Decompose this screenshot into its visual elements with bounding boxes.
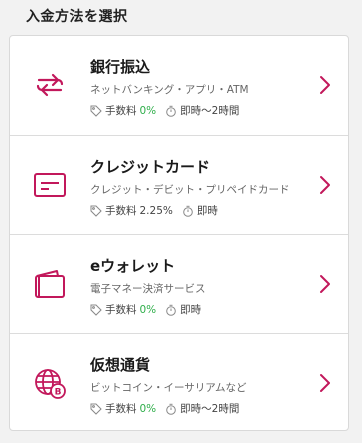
timer-icon — [165, 105, 177, 117]
method-meta: 手数料 0% 即時〜2時間 — [90, 103, 239, 118]
method-description: ビットコイン・イーサリアムなど — [90, 382, 247, 394]
timer-icon — [182, 205, 194, 217]
method-name: 銀行振込 — [90, 58, 151, 76]
method-meta: 手数料 0% 即時 — [90, 302, 201, 317]
chevron-right-icon — [318, 74, 332, 96]
chevron-right-icon — [318, 174, 332, 196]
svg-text:B: B — [55, 388, 62, 398]
wallet-icon — [31, 265, 69, 303]
method-item-crypto[interactable]: B 仮想通貨 ビットコイン・イーサリアムなど 手数料 0% 即時〜2時間 — [10, 333, 348, 432]
method-item-credit-card[interactable]: クレジットカード クレジット・デビット・プリペイドカード 手数料 2.25% 即… — [10, 135, 348, 234]
crypto-globe-icon: B — [31, 364, 69, 402]
fee-value: 0% — [139, 303, 157, 316]
bank-transfer-arrows-icon — [31, 66, 69, 104]
method-name: クレジットカード — [90, 158, 211, 176]
method-meta: 手数料 0% 即時〜2時間 — [90, 401, 239, 416]
chevron-right-icon — [318, 372, 332, 394]
chevron-right-icon — [318, 273, 332, 295]
tag-icon — [90, 205, 102, 217]
fee-label: 手数料 — [105, 304, 137, 316]
time-value: 即時 — [196, 205, 218, 217]
method-description: クレジット・デビット・プリペイドカード — [90, 184, 290, 196]
method-description: 電子マネー決済サービス — [90, 283, 206, 295]
timer-icon — [165, 403, 177, 415]
time-value: 即時〜2時間 — [180, 403, 240, 415]
fee-label: 手数料 — [105, 105, 137, 117]
tag-icon — [90, 105, 102, 117]
credit-card-icon — [31, 166, 69, 204]
method-description: ネットバンキング・アプリ・ATM — [90, 84, 249, 96]
deposit-method-list: 銀行振込 ネットバンキング・アプリ・ATM 手数料 0% 即時〜2時間 クレジッ — [9, 35, 349, 431]
method-item-ewallet[interactable]: eウォレット 電子マネー決済サービス 手数料 0% 即時 — [10, 234, 348, 333]
tag-icon — [90, 403, 102, 415]
fee-value: 0% — [139, 402, 157, 415]
time-value: 即時〜2時間 — [180, 105, 240, 117]
page-title: 入金方法を選択 — [26, 9, 128, 25]
method-name: eウォレット — [90, 257, 176, 275]
tag-icon — [90, 304, 102, 316]
fee-label: 手数料 — [105, 205, 137, 217]
fee-label: 手数料 — [105, 403, 137, 415]
method-meta: 手数料 2.25% 即時 — [90, 203, 218, 218]
method-item-bank-transfer[interactable]: 銀行振込 ネットバンキング・アプリ・ATM 手数料 0% 即時〜2時間 — [10, 36, 348, 135]
fee-value: 0% — [139, 104, 157, 117]
timer-icon — [165, 304, 177, 316]
fee-value: 2.25% — [139, 204, 173, 217]
time-value: 即時 — [180, 304, 202, 316]
method-name: 仮想通貨 — [90, 356, 151, 374]
